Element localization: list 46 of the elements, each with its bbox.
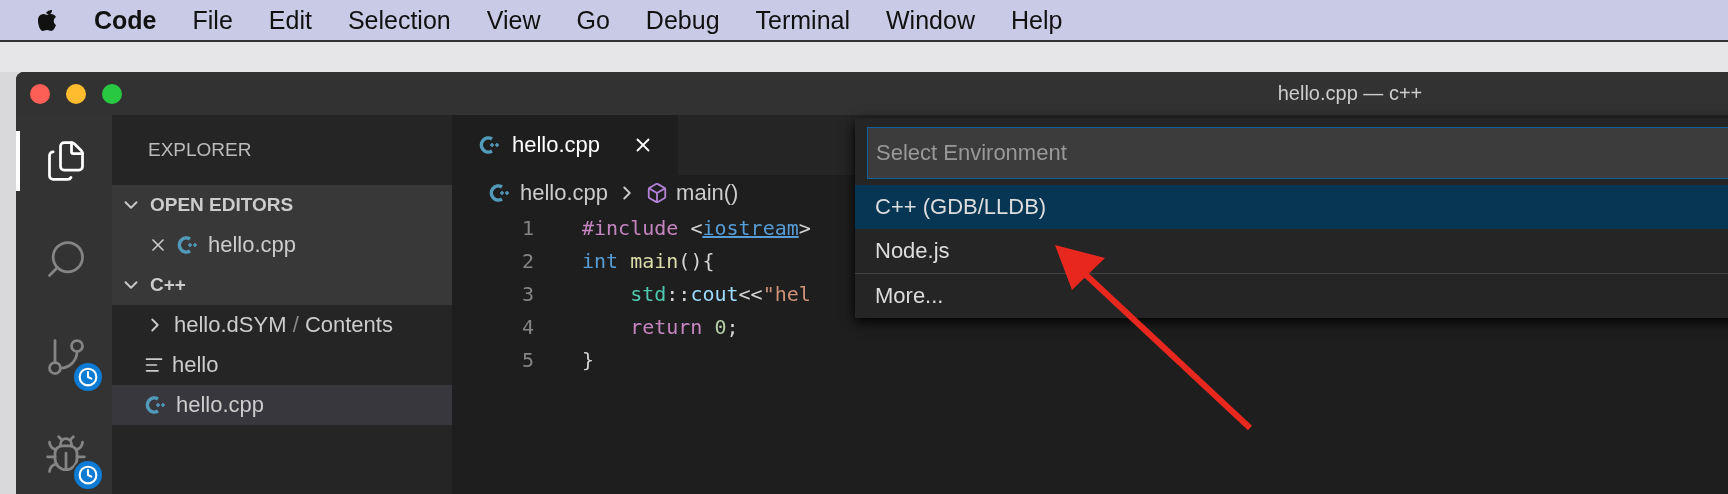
- close-window-icon[interactable]: [30, 84, 50, 104]
- menu-item[interactable]: Debug: [645, 5, 720, 35]
- code-line: return 0;: [629, 314, 739, 339]
- breadcrumb-item[interactable]: hello.cpp: [520, 180, 609, 206]
- app-menu[interactable]: Code: [94, 5, 157, 35]
- code-line: int main(){: [582, 248, 715, 273]
- menu-item[interactable]: View: [486, 5, 541, 35]
- cpp-file-icon: [478, 134, 502, 156]
- minimize-window-icon[interactable]: [66, 84, 86, 104]
- menu-item[interactable]: Terminal: [755, 5, 850, 35]
- cpp-file-icon: [176, 234, 200, 256]
- cpp-file-icon: [144, 394, 168, 416]
- editor-tab[interactable]: hello.cpp: [452, 115, 678, 175]
- search-field[interactable]: Select Environment: [867, 127, 1728, 179]
- code-line: #include <iostream>: [582, 215, 811, 240]
- quick-pick-item[interactable]: C++ (GDB/LLDB): [855, 185, 1728, 229]
- menu-item[interactable]: Edit: [268, 5, 312, 35]
- cube-icon: [646, 182, 669, 204]
- section-header[interactable]: C++: [150, 274, 186, 296]
- line-number: 4: [520, 314, 535, 339]
- line-number: 2: [520, 248, 535, 273]
- line-number: 5: [520, 347, 535, 372]
- menu-item[interactable]: Selection: [347, 5, 451, 35]
- menu-item[interactable]: Go: [576, 5, 610, 35]
- breadcrumb-item[interactable]: main(): [676, 180, 739, 206]
- zoom-window-icon[interactable]: [102, 84, 122, 104]
- cpp-file-icon: [488, 182, 512, 204]
- file-name: hello.cpp: [176, 392, 265, 418]
- quick-pick-item[interactable]: Node.js: [855, 229, 1728, 273]
- window-title: hello.cpp — c++: [1277, 82, 1423, 105]
- file-name: hello.dSYM / Contents: [174, 312, 393, 338]
- text-file-icon: [144, 355, 164, 375]
- line-number: 3: [520, 281, 535, 306]
- file-name: hello: [172, 352, 219, 378]
- file-tree-row[interactable]: hello: [112, 345, 452, 385]
- menu-item[interactable]: Help: [1010, 5, 1063, 35]
- file-tree-row[interactable]: hello.cpp: [112, 385, 452, 425]
- line-number: 1: [520, 215, 535, 240]
- code-line: }: [582, 347, 595, 372]
- code-line: std::cout<<"hel: [629, 281, 811, 306]
- file-tree-row[interactable]: hello.dSYM / Contents: [112, 305, 452, 345]
- menu-item[interactable]: Window: [886, 5, 975, 35]
- menu-item[interactable]: File: [192, 5, 233, 35]
- file-tree-row[interactable]: hello.cpp: [112, 225, 452, 265]
- file-name: hello.cpp: [208, 232, 297, 258]
- sidebar-title: EXPLORER: [147, 138, 253, 162]
